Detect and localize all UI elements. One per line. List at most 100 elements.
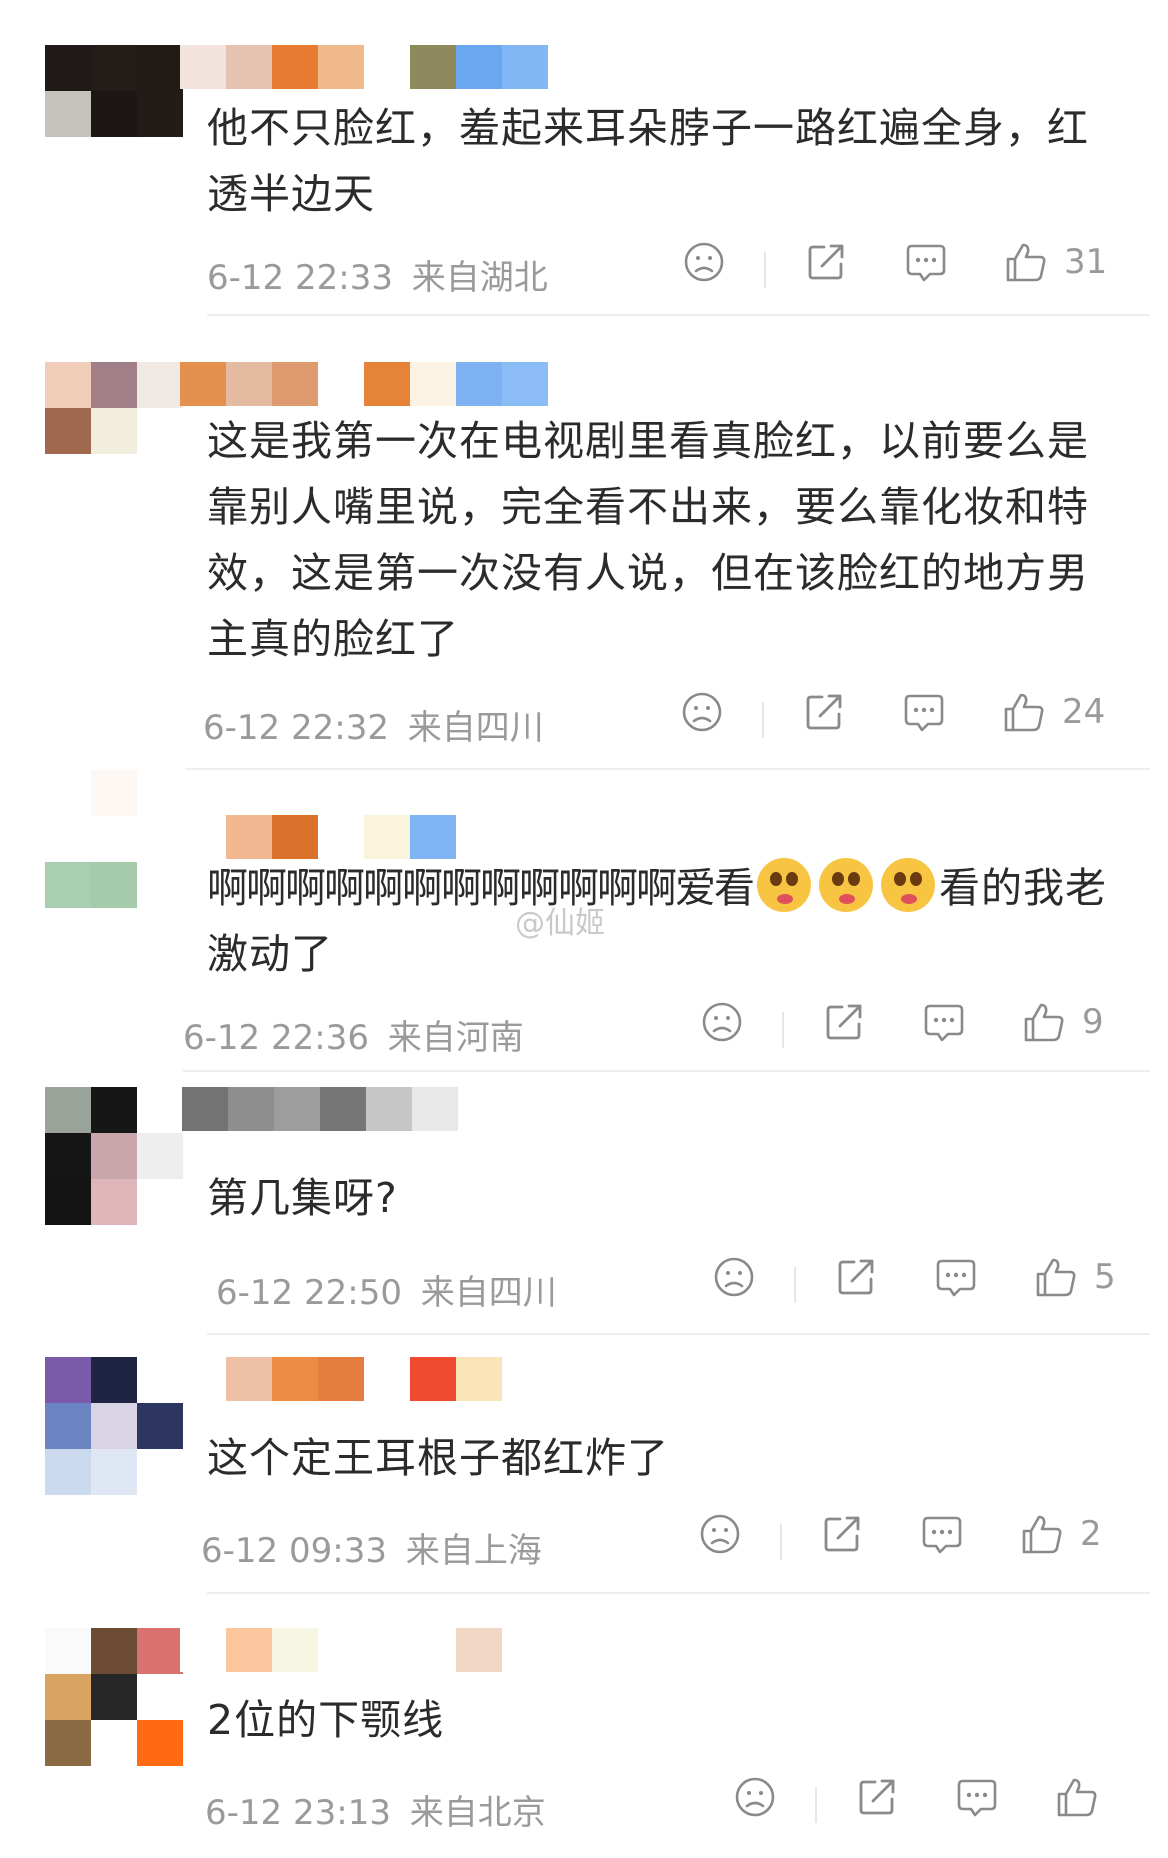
- username-blurred[interactable]: [182, 1087, 458, 1131]
- like-button[interactable]: 5: [1034, 1255, 1116, 1299]
- avatar-cell: [91, 1357, 137, 1403]
- avatar-cell: [45, 770, 91, 816]
- username-pixel: [364, 362, 410, 406]
- username-pixel: [410, 1628, 456, 1672]
- avatar-cell: [45, 1720, 91, 1766]
- username-pixel: [364, 815, 410, 859]
- share-button[interactable]: [822, 1000, 866, 1044]
- avatar-cell: [45, 862, 91, 908]
- username-pixel: [180, 815, 226, 859]
- username-pixel: [318, 362, 364, 406]
- comment-location: 来自河南: [387, 1018, 524, 1058]
- avatar-cell: [137, 1720, 183, 1766]
- avatar-cell: [137, 45, 183, 91]
- comment-time: 6-12 23:13: [205, 1793, 391, 1833]
- avatar-cell: [91, 816, 137, 862]
- avatar-cell: [137, 770, 183, 816]
- like-count: 31: [1064, 242, 1108, 282]
- comment-button[interactable]: [922, 1000, 966, 1044]
- dislike-icon: [682, 692, 722, 732]
- avatar[interactable]: [45, 362, 183, 500]
- avatar[interactable]: [45, 1357, 183, 1495]
- username-blurred[interactable]: [180, 45, 548, 89]
- avatar[interactable]: [45, 45, 183, 183]
- username-blurred[interactable]: [180, 815, 456, 859]
- comment-button[interactable]: [904, 240, 948, 284]
- avatar-cell: [45, 454, 91, 500]
- username-blurred[interactable]: [180, 1628, 502, 1672]
- comment-button[interactable]: [902, 690, 946, 734]
- dislike-button[interactable]: [700, 1000, 744, 1044]
- like-button[interactable]: 31: [1004, 240, 1107, 284]
- avatar-cell: [91, 1449, 137, 1495]
- divider: [185, 768, 1150, 770]
- dislike-button[interactable]: [712, 1255, 756, 1299]
- avatar-cell: [137, 1403, 183, 1449]
- like-button[interactable]: 2: [1020, 1512, 1102, 1556]
- action-bar: [733, 1775, 1168, 1835]
- share-button[interactable]: [834, 1255, 878, 1299]
- share-button[interactable]: [855, 1775, 899, 1819]
- username-pixel: [366, 1087, 412, 1131]
- username-pixel: [180, 45, 226, 89]
- dislike-button[interactable]: [698, 1512, 742, 1556]
- share-button[interactable]: [802, 690, 846, 734]
- dislike-button[interactable]: [682, 240, 726, 284]
- comment-button[interactable]: [955, 1775, 999, 1819]
- comment-icon: [922, 1516, 962, 1554]
- username-pixel: [226, 815, 272, 859]
- avatar-cell: [137, 1133, 183, 1179]
- share-button[interactable]: [820, 1512, 864, 1556]
- username-pixel: [364, 1628, 410, 1672]
- share-icon: [806, 694, 842, 730]
- username-pixel: [364, 45, 410, 89]
- divider: [183, 1070, 1150, 1072]
- avatar-cell: [91, 91, 137, 137]
- avatar-cell: [91, 1179, 137, 1225]
- like-count: 2: [1080, 1514, 1102, 1554]
- avatar-cell: [91, 408, 137, 454]
- username-pixel: [182, 1087, 228, 1131]
- avatar[interactable]: [45, 1087, 183, 1225]
- comment-meta: 6-12 09:33 来自上海: [201, 1523, 542, 1572]
- username-pixel: [456, 362, 502, 406]
- comment-icon: [904, 694, 944, 732]
- avatar-cell: [137, 1628, 183, 1674]
- avatar-cell: [45, 1674, 91, 1720]
- avatar-cell: [45, 1449, 91, 1495]
- avatar-cell: [137, 362, 183, 408]
- avatar-cell: [45, 137, 91, 183]
- like-count: 24: [1062, 692, 1106, 732]
- comment-button[interactable]: [934, 1255, 978, 1299]
- avatar-cell: [45, 408, 91, 454]
- avatar[interactable]: [45, 1628, 183, 1766]
- avatar-cell: [91, 1674, 137, 1720]
- username-blurred[interactable]: [180, 362, 548, 406]
- like-button[interactable]: [1055, 1775, 1115, 1819]
- comment-meta: 6-12 22:36 来自河南: [183, 1010, 524, 1059]
- avatar[interactable]: [45, 770, 183, 908]
- blush-emoji-icon: [819, 858, 873, 912]
- comment-text: 啊啊啊啊啊啊啊啊啊啊啊啊爱看 看的我老激动了: [207, 855, 1138, 987]
- comment-meta: 6-12 22:50 来自四川: [216, 1265, 557, 1314]
- username-pixel: [226, 362, 272, 406]
- dislike-button[interactable]: [733, 1775, 777, 1819]
- avatar-cell: [45, 1179, 91, 1225]
- like-count: 5: [1094, 1257, 1116, 1297]
- share-button[interactable]: [804, 240, 848, 284]
- dislike-button[interactable]: [680, 690, 724, 734]
- username-blurred[interactable]: [180, 1357, 502, 1401]
- username-pixel: [180, 362, 226, 406]
- avatar-cell: [45, 1403, 91, 1449]
- username-pixel: [320, 1087, 366, 1131]
- avatar-cell: [91, 1628, 137, 1674]
- avatar-cell: [137, 862, 183, 908]
- comment-button[interactable]: [920, 1512, 964, 1556]
- action-bar: 31: [682, 240, 1122, 300]
- like-button[interactable]: 24: [1002, 690, 1105, 734]
- comment-icon: [924, 1004, 964, 1042]
- share-icon: [826, 1004, 862, 1040]
- like-button[interactable]: 9: [1022, 1000, 1104, 1044]
- share-icon: [838, 1259, 874, 1295]
- comment-location: 来自四川: [420, 1273, 557, 1313]
